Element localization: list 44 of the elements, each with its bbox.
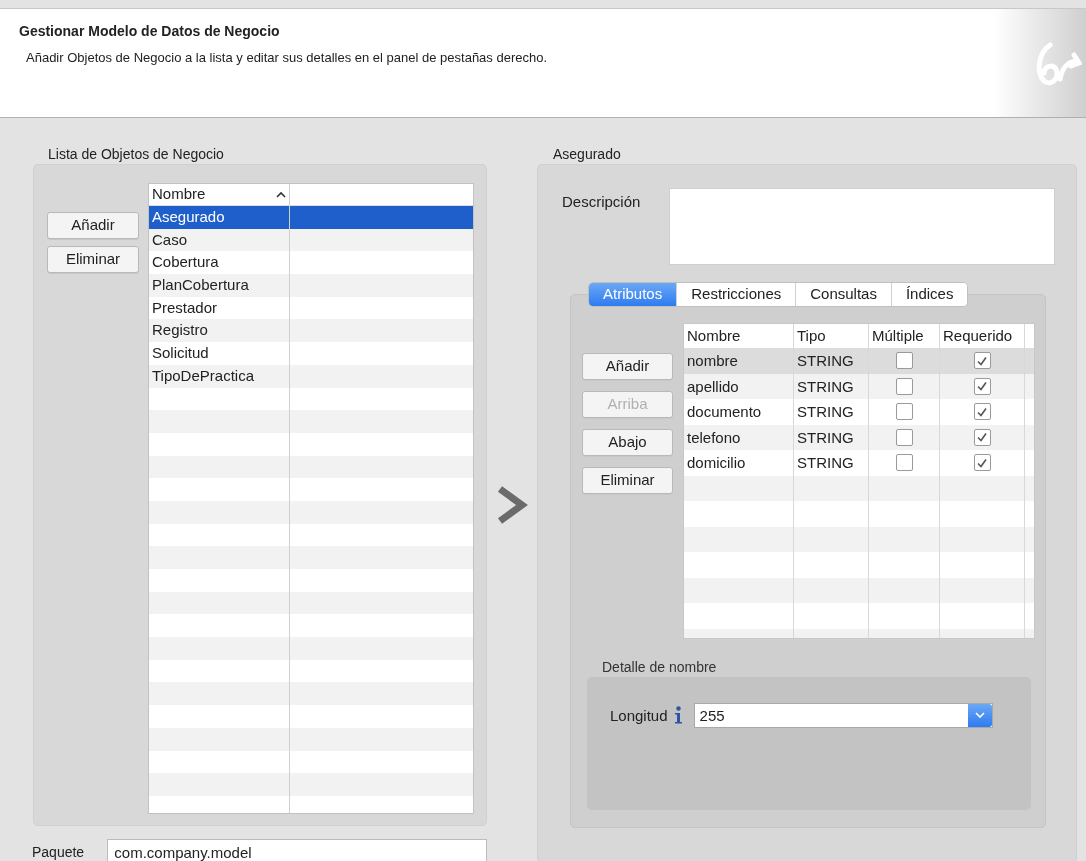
checkbox[interactable] bbox=[973, 377, 991, 395]
table-row[interactable]: apellido STRING bbox=[684, 373, 1034, 399]
page-subtitle: Añadir Objetos de Negocio a la lista y editar sus detalles en el panel de pestañas derecho. bbox=[26, 49, 549, 67]
list-row[interactable]: Registro bbox=[149, 319, 473, 343]
package-field[interactable]: com.company.model bbox=[107, 839, 487, 861]
list-row[interactable]: PlanCobertura bbox=[149, 274, 473, 297]
package-label: Paquete bbox=[32, 842, 86, 861]
checkbox[interactable] bbox=[895, 454, 913, 472]
action-button[interactable]: Añadir bbox=[582, 353, 673, 380]
checkbox[interactable] bbox=[895, 352, 913, 370]
group-title: Detalle de nombre bbox=[602, 658, 718, 677]
chevron-down-icon bbox=[974, 712, 985, 719]
length-select[interactable]: 255 bbox=[693, 703, 993, 728]
check-icon bbox=[976, 354, 988, 367]
table-row[interactable]: nombre STRING bbox=[684, 348, 1034, 374]
action-button[interactable]: Abajo bbox=[582, 429, 673, 456]
checkbox[interactable] bbox=[973, 403, 991, 421]
checkbox[interactable] bbox=[895, 377, 913, 395]
tab[interactable]: Índices bbox=[890, 283, 968, 306]
check-icon bbox=[976, 405, 988, 418]
checkbox[interactable] bbox=[973, 428, 991, 446]
table-row[interactable]: telefono STRING bbox=[684, 424, 1034, 450]
sort-icon bbox=[276, 191, 286, 198]
description-label: Descripción bbox=[562, 192, 642, 212]
section-title: Asegurado bbox=[553, 145, 622, 164]
action-button[interactable]: Eliminar bbox=[582, 467, 673, 494]
description-field[interactable] bbox=[669, 188, 1055, 265]
check-icon bbox=[976, 431, 988, 444]
action-button[interactable]: Eliminar bbox=[47, 246, 139, 273]
section-title: Lista de Objetos de Negocio bbox=[48, 145, 225, 164]
action-button[interactable]: Añadir bbox=[47, 212, 139, 239]
check-icon bbox=[976, 456, 988, 469]
length-label: Longitud bbox=[610, 706, 668, 726]
page-title: Gestionar Modelo de Datos de Negocio bbox=[19, 22, 281, 41]
list-row[interactable]: TipoDePractica bbox=[149, 364, 473, 388]
column-header[interactable]: Nombre bbox=[149, 184, 290, 205]
checkbox[interactable] bbox=[895, 428, 913, 446]
list-row[interactable]: Asegurado bbox=[149, 206, 473, 229]
checkbox[interactable] bbox=[895, 403, 913, 421]
checkbox[interactable] bbox=[973, 352, 991, 370]
checkbox[interactable] bbox=[973, 454, 991, 472]
list-row[interactable]: Caso bbox=[149, 228, 473, 252]
check-icon bbox=[976, 380, 988, 393]
info-icon bbox=[673, 706, 683, 724]
